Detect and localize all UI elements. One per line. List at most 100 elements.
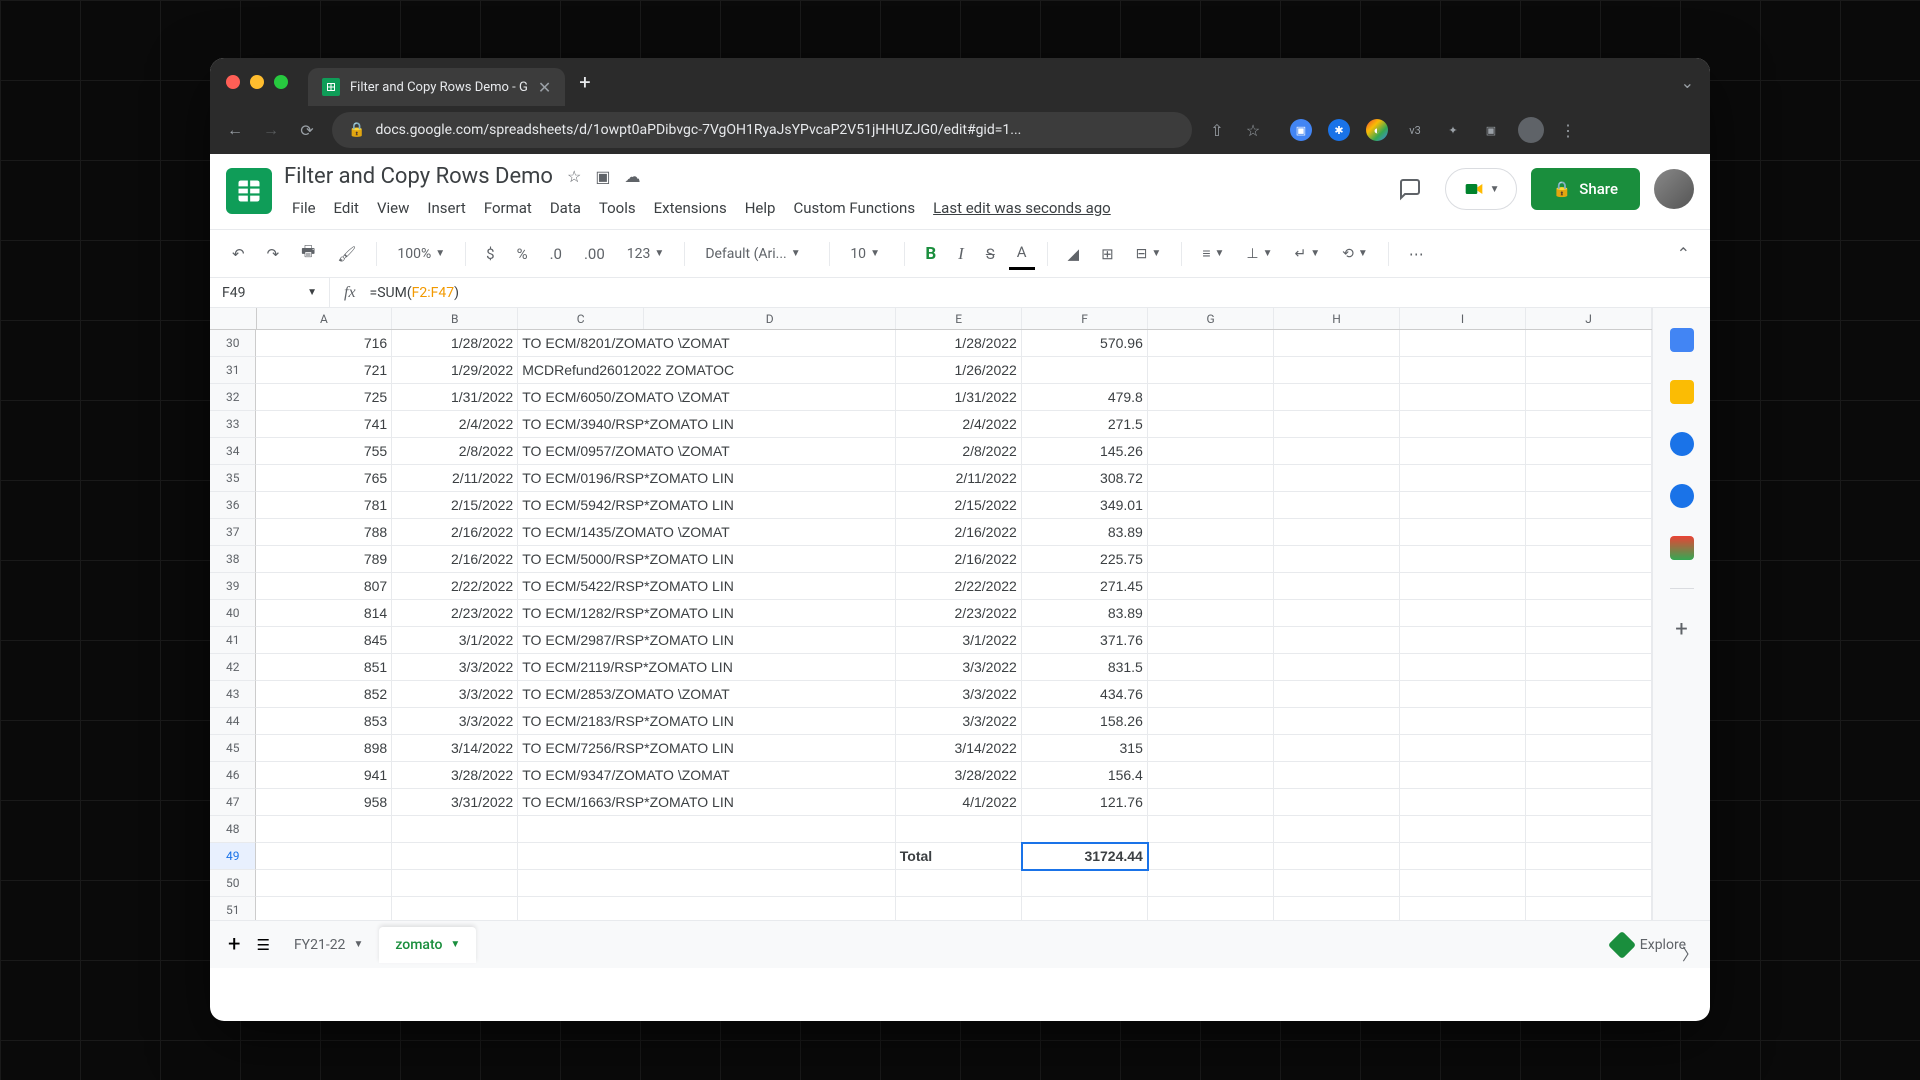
menu-format[interactable]: Format	[476, 195, 540, 221]
menu-insert[interactable]: Insert	[419, 195, 473, 221]
row-header-38[interactable]: 38	[210, 546, 256, 573]
table-row[interactable]: 46 9413/28/2022TO ECM/9347/ZOMATO \ZOMAT…	[210, 762, 1652, 789]
address-bar[interactable]: 🔒 docs.google.com/spreadsheets/d/1owpt0a…	[332, 112, 1192, 148]
table-row[interactable]: 42 8513/3/2022TO ECM/2119/RSP*ZOMATO LIN…	[210, 654, 1652, 681]
calendar-icon[interactable]	[1670, 328, 1694, 352]
spreadsheet-grid[interactable]: ABCDEFGHIJ 30 7161/28/2022TO ECM/8201/ZO…	[210, 308, 1652, 920]
menu-tools[interactable]: Tools	[591, 195, 644, 221]
percent-button[interactable]: %	[509, 239, 536, 269]
meet-button[interactable]: ▼	[1445, 168, 1517, 210]
add-sheet-button[interactable]: +	[220, 926, 248, 963]
table-row[interactable]: 36 7812/15/2022TO ECM/5942/RSP*ZOMATO LI…	[210, 492, 1652, 519]
column-header-A[interactable]: A	[257, 308, 393, 329]
valign-dropdown[interactable]: ⊥▼	[1238, 240, 1280, 268]
row-header-36[interactable]: 36	[210, 492, 256, 519]
all-sheets-button[interactable]: ☰	[248, 930, 277, 960]
formula-input[interactable]: =SUM(F2:F47)	[370, 284, 459, 301]
table-row[interactable]: 34 7552/8/2022TO ECM/0957/ZOMATO \ZOMAT2…	[210, 438, 1652, 465]
table-row[interactable]: 44 8533/3/2022TO ECM/2183/RSP*ZOMATO LIN…	[210, 708, 1652, 735]
row-header-39[interactable]: 39	[210, 573, 256, 600]
column-header-I[interactable]: I	[1400, 308, 1526, 329]
collapse-toolbar-icon[interactable]: ⌃	[1671, 238, 1696, 269]
share-button[interactable]: 🔒 Share	[1531, 168, 1640, 210]
undo-button[interactable]: ↶	[224, 239, 253, 269]
browser-tab[interactable]: Filter and Copy Rows Demo - G ✕	[308, 68, 565, 106]
extension-1-icon[interactable]: ▣	[1290, 119, 1312, 141]
row-header-49[interactable]: 49	[210, 843, 256, 870]
halign-dropdown[interactable]: ≡▼	[1194, 239, 1232, 268]
reload-button[interactable]: ⟳	[296, 119, 318, 141]
table-row[interactable]: 31 7211/29/2022MCDRefund26012022 ZOMATOC…	[210, 357, 1652, 384]
sheets-logo-icon[interactable]	[226, 168, 272, 214]
menu-extensions[interactable]: Extensions	[646, 195, 735, 221]
table-row[interactable]: 32 7251/31/2022TO ECM/6050/ZOMATO \ZOMAT…	[210, 384, 1652, 411]
chrome-menu-icon[interactable]: ⋮	[1560, 121, 1576, 140]
table-row[interactable]: 48	[210, 816, 1652, 843]
zoom-dropdown[interactable]: 100%▼	[389, 240, 453, 268]
table-row[interactable]: 50	[210, 870, 1652, 897]
column-header-H[interactable]: H	[1274, 308, 1400, 329]
maximize-window-button[interactable]	[274, 75, 288, 89]
extension-2-icon[interactable]: ✱	[1328, 119, 1350, 141]
table-row[interactable]: 38 7892/16/2022TO ECM/5000/RSP*ZOMATO LI…	[210, 546, 1652, 573]
table-row[interactable]: 49 Total31724.44	[210, 843, 1652, 870]
keep-icon[interactable]	[1670, 380, 1694, 404]
row-header-43[interactable]: 43	[210, 681, 256, 708]
font-dropdown[interactable]: Default (Ari...▼	[697, 240, 817, 268]
table-row[interactable]: 47 9583/31/2022TO ECM/1663/RSP*ZOMATO LI…	[210, 789, 1652, 816]
new-tab-button[interactable]: +	[579, 70, 590, 94]
hide-side-panel-icon[interactable]: 〉	[1682, 941, 1698, 965]
last-edit-link[interactable]: Last edit was seconds ago	[925, 195, 1119, 221]
redo-button[interactable]: ↷	[259, 239, 288, 269]
name-box[interactable]: F49▼	[210, 278, 330, 307]
menu-edit[interactable]: Edit	[326, 195, 367, 221]
row-header-34[interactable]: 34	[210, 438, 256, 465]
italic-button[interactable]: I	[950, 238, 972, 270]
table-row[interactable]: 51	[210, 897, 1652, 920]
font-size-dropdown[interactable]: 10▼	[842, 240, 892, 268]
move-icon[interactable]: ▣	[595, 167, 610, 186]
close-window-button[interactable]	[226, 75, 240, 89]
increase-decimal-button[interactable]: .00	[576, 239, 613, 269]
extension-3-icon[interactable]: ◐	[1366, 119, 1388, 141]
column-header-F[interactable]: F	[1022, 308, 1148, 329]
row-header-40[interactable]: 40	[210, 600, 256, 627]
maps-icon[interactable]	[1670, 536, 1694, 560]
format-dropdown[interactable]: 123▼	[619, 240, 673, 268]
row-header-44[interactable]: 44	[210, 708, 256, 735]
sheet-tab-fy21-22[interactable]: FY21-22▼	[278, 927, 379, 963]
share-page-icon[interactable]: ⇧	[1206, 119, 1228, 141]
bookmark-icon[interactable]: ☆	[1242, 119, 1264, 141]
table-row[interactable]: 43 8523/3/2022TO ECM/2853/ZOMATO \ZOMAT3…	[210, 681, 1652, 708]
document-title[interactable]: Filter and Copy Rows Demo	[284, 164, 553, 189]
fill-color-button[interactable]: ◢	[1060, 239, 1088, 269]
cloud-status-icon[interactable]: ☁	[624, 167, 640, 186]
row-header-35[interactable]: 35	[210, 465, 256, 492]
decrease-decimal-button[interactable]: .0	[542, 239, 570, 269]
table-row[interactable]: 30 7161/28/2022TO ECM/8201/ZOMATO \ZOMAT…	[210, 330, 1652, 357]
row-header-48[interactable]: 48	[210, 816, 256, 843]
currency-button[interactable]: $	[478, 239, 502, 269]
print-button[interactable]: 🖶	[293, 235, 323, 272]
text-color-button[interactable]: A	[1009, 237, 1035, 270]
back-button[interactable]: ←	[224, 119, 246, 141]
chrome-profile-avatar[interactable]	[1518, 117, 1544, 143]
wrap-dropdown[interactable]: ↵▼	[1287, 240, 1329, 268]
row-header-31[interactable]: 31	[210, 357, 256, 384]
star-icon[interactable]: ☆	[567, 167, 581, 186]
side-panel-icon[interactable]: ▣	[1480, 119, 1502, 141]
menu-view[interactable]: View	[369, 195, 417, 221]
merge-dropdown[interactable]: ⊟▼	[1128, 240, 1170, 268]
table-row[interactable]: 35 7652/11/2022TO ECM/0196/RSP*ZOMATO LI…	[210, 465, 1652, 492]
menu-data[interactable]: Data	[542, 195, 589, 221]
row-header-32[interactable]: 32	[210, 384, 256, 411]
row-header-30[interactable]: 30	[210, 330, 256, 357]
contacts-icon[interactable]	[1670, 484, 1694, 508]
row-header-45[interactable]: 45	[210, 735, 256, 762]
bold-button[interactable]: B	[917, 238, 944, 270]
menu-help[interactable]: Help	[737, 195, 784, 221]
row-header-46[interactable]: 46	[210, 762, 256, 789]
borders-button[interactable]: ⊞	[1093, 239, 1122, 269]
column-header-B[interactable]: B	[392, 308, 518, 329]
table-row[interactable]: 45 8983/14/2022TO ECM/7256/RSP*ZOMATO LI…	[210, 735, 1652, 762]
